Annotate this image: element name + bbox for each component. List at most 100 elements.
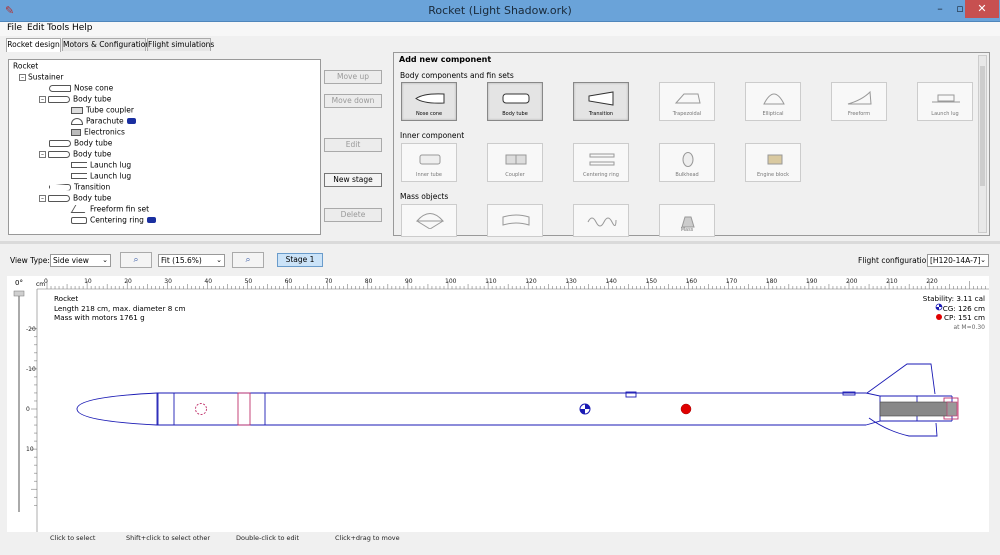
collapse-icon[interactable]: – — [19, 73, 26, 81]
window-title: Rocket (Light Shadow.ork) — [428, 4, 572, 17]
menu-file[interactable]: File — [7, 23, 22, 33]
rocket-name: Rocket — [54, 294, 79, 303]
tree-item-body-tube[interactable]: – Body tube — [39, 193, 111, 204]
tree-item-rocket[interactable]: Rocket — [13, 61, 38, 72]
flight-configuration-select[interactable]: [H120-14A-7] ⌄ — [927, 254, 989, 267]
add-body-tube-button[interactable]: Body tube — [487, 82, 543, 121]
stage-1-button[interactable]: Stage 1 — [277, 253, 323, 267]
tree-item-body-tube[interactable]: – Body tube — [39, 94, 111, 105]
tab-flight-simulations[interactable]: Flight simulations — [147, 38, 214, 51]
add-trapezoidal-fin-button[interactable]: Trapezoidal — [659, 82, 715, 121]
tree-item-launch-lug[interactable]: Launch lug — [71, 160, 131, 171]
tree-item-transition[interactable]: Transition — [49, 182, 110, 193]
tree-item-electronics[interactable]: Electronics — [71, 127, 125, 138]
add-nose-cone-button[interactable]: Nose cone — [401, 82, 457, 121]
nose-cone-icon — [415, 93, 445, 104]
chevron-down-icon: ⌄ — [102, 256, 108, 264]
rotation-slider-handle[interactable] — [13, 290, 25, 297]
engine-block-icon — [767, 154, 783, 165]
add-parachute-button[interactable] — [401, 204, 457, 237]
body-tube-icon — [502, 93, 530, 104]
ruler-label: 170 — [726, 278, 738, 285]
new-stage-button[interactable]: New stage — [324, 173, 382, 187]
tab-rocket-design[interactable]: Rocket design — [6, 38, 61, 52]
add-shock-cord-button[interactable] — [573, 204, 629, 237]
section-inner-components: Inner component — [400, 131, 465, 140]
streamer-icon — [502, 214, 530, 226]
shock-cord-icon — [587, 217, 617, 227]
add-engine-block-button[interactable]: Engine block — [745, 143, 801, 182]
menu-help[interactable]: Help — [72, 23, 93, 33]
tree-item-parachute[interactable]: Parachute — [71, 116, 136, 127]
motor-outline[interactable] — [879, 401, 953, 417]
add-elliptical-fin-button[interactable]: Elliptical — [745, 82, 801, 121]
close-button[interactable]: ✕ — [965, 0, 999, 18]
view-type-select[interactable]: Side view ⌄ — [50, 254, 111, 267]
ruler-label: 60 — [285, 278, 293, 285]
nose-cone-outline[interactable] — [76, 392, 158, 426]
edit-button[interactable]: Edit — [324, 138, 382, 152]
zoom-out-button[interactable]: ⌕ — [232, 252, 264, 268]
centering-ring-outline[interactable] — [237, 392, 251, 426]
add-launch-lug-button[interactable]: Launch lug — [917, 82, 973, 121]
collapse-icon[interactable]: – — [39, 95, 46, 103]
tab-motors-configuration[interactable]: Motors & Configuration — [62, 38, 150, 51]
tree-item-launch-lug[interactable]: Launch lug — [71, 171, 131, 182]
tree-item-sustainer[interactable]: – Sustainer — [19, 72, 64, 83]
status-hint-move: Click+drag to move — [335, 534, 400, 542]
inner-components — [195, 392, 959, 426]
tree-item-freeform-fin-set[interactable]: Freeform fin set — [70, 204, 149, 215]
magnifier-minus-icon: ⌕ — [245, 255, 251, 265]
scrollbar-thumb[interactable] — [980, 66, 985, 186]
add-coupler-button[interactable]: Coupler — [487, 143, 543, 182]
add-centering-ring-button[interactable]: Centering ring — [573, 143, 629, 182]
tree-item-nose-cone[interactable]: Nose cone — [49, 83, 113, 94]
menu-edit[interactable]: Edit — [27, 23, 44, 33]
move-down-button[interactable]: Move down — [324, 94, 382, 108]
component-tree[interactable]: Rocket – Sustainer Nose cone – Body tube T… — [8, 59, 321, 235]
add-transition-button[interactable]: Transition — [573, 82, 629, 121]
add-mass-component-button[interactable]: Mass — [659, 204, 715, 237]
ruler-label: 20 — [124, 278, 132, 285]
add-bulkhead-button[interactable]: Bulkhead — [659, 143, 715, 182]
centering-ring-icon — [71, 216, 87, 224]
ruler-label: 190 — [806, 278, 818, 285]
body-tube-icon — [48, 95, 70, 103]
launch-lug-icon — [71, 173, 87, 179]
section-mass-objects: Mass objects — [400, 192, 449, 201]
ruler-label: 160 — [686, 278, 698, 285]
add-component-panel: Add new component Body components and fi… — [393, 52, 990, 237]
split-pane-divider[interactable] — [0, 241, 1000, 244]
delete-button[interactable]: Delete — [324, 208, 382, 222]
component-panel-scrollbar[interactable] — [978, 55, 987, 233]
collapse-icon[interactable]: – — [39, 150, 46, 158]
add-freeform-fin-button[interactable]: Freeform — [831, 82, 887, 121]
tube-coupler-outline[interactable] — [157, 392, 175, 426]
tree-item-body-tube[interactable]: – Body tube — [39, 149, 111, 160]
view-toolbar: View Type: Side view ⌄ ⌕ Fit (15.6%) ⌄ ⌕ S… — [0, 250, 1000, 270]
tree-item-centering-ring[interactable]: Centering ring — [71, 215, 156, 226]
mass-object-icon — [71, 128, 81, 136]
tree-item-tube-coupler[interactable]: Tube coupler — [71, 105, 134, 116]
trapezoidal-fin-icon — [674, 93, 701, 104]
add-streamer-button[interactable] — [487, 204, 543, 237]
rocket-side-view[interactable] — [76, 363, 953, 437]
parachute-marker[interactable] — [195, 403, 207, 415]
add-component-title: Add new component — [399, 55, 492, 64]
add-inner-tube-button[interactable]: Inner tube — [401, 143, 457, 182]
launch-lug-2-outline[interactable] — [842, 391, 856, 396]
cg-marker — [579, 403, 591, 415]
minimize-button[interactable]: – — [930, 0, 950, 18]
zoom-select[interactable]: Fit (15.6%) ⌄ — [158, 254, 225, 267]
menu-tools[interactable]: Tools — [47, 23, 69, 33]
status-hint-edit: Double-click to edit — [236, 534, 300, 542]
zoom-in-button[interactable]: ⌕ — [120, 252, 152, 268]
collapse-icon[interactable]: – — [39, 194, 46, 202]
tree-item-body-tube[interactable]: Body tube — [49, 138, 112, 149]
rocket-figure-canvas[interactable]: 0 10 20 30 40 50 60 70 80 90 100 110 120 130 140 150 160… — [7, 276, 989, 532]
openrocket-window: ✎ Rocket (Light Shadow.ork) – ▫ ✕ File E… — [0, 0, 1000, 555]
transition-outline[interactable] — [865, 392, 881, 426]
rocket-info: Rocket Length 218 cm, max. diameter 8 cm… — [54, 294, 186, 323]
fin-top-outline[interactable] — [866, 363, 936, 395]
move-up-button[interactable]: Move up — [324, 70, 382, 84]
